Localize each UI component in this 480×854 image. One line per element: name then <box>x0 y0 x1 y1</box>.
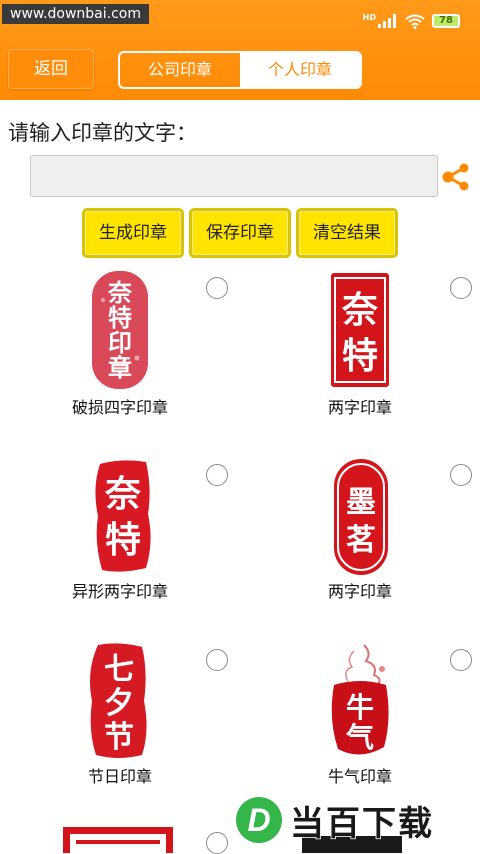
stamp-char: 夕 <box>104 686 134 721</box>
stamp-caption: 异形两字印章 <box>71 582 168 601</box>
wifi-icon <box>405 14 425 29</box>
stamp-image: 墨 茗 <box>334 459 388 575</box>
stamp-char: 七 <box>104 652 134 687</box>
site-watermark: www.downbai.com <box>2 4 149 24</box>
share-icon[interactable] <box>441 163 471 191</box>
stamp-char: 章 <box>108 353 132 382</box>
stamp-text-input[interactable] <box>30 155 438 197</box>
save-stamp-button[interactable]: 保存印章 <box>189 208 291 258</box>
stamp-radio[interactable] <box>206 277 228 299</box>
stamp-char: 奈 <box>104 473 141 515</box>
stamp-image <box>63 827 173 853</box>
stamp-option-partial-left[interactable] <box>0 826 240 854</box>
stamp-radio[interactable] <box>450 464 472 486</box>
stamp-caption: 两字印章 <box>327 398 392 417</box>
stamp-option-irregular-two[interactable]: 奈 特 异形两字印章 <box>0 456 240 606</box>
stamp-option-two-char[interactable]: 奈 特 两字印章 <box>240 268 480 418</box>
signal-icon <box>378 14 396 28</box>
stamp-char: 墨 <box>346 485 376 520</box>
stamp-char: 气 <box>345 721 374 754</box>
stamp-char: 特 <box>105 519 141 561</box>
clear-results-button[interactable]: 清空结果 <box>296 208 398 258</box>
stamp-radio[interactable] <box>450 277 472 299</box>
stamp-option-broken-four[interactable]: 奈 特 印 章 破损四字印章 <box>0 268 240 418</box>
brand-watermark: D 当百下载 <box>236 796 434 844</box>
stamp-caption: 牛气印章 <box>327 767 392 786</box>
stamp-image: 牛 气 <box>331 644 389 755</box>
network-label: HD <box>362 13 376 22</box>
stamp-char: 节 <box>104 720 134 755</box>
tab-company-stamp[interactable]: 公司印章 <box>120 53 240 87</box>
brand-logo-icon: D <box>236 797 282 843</box>
brand-text: 当百下载 <box>289 803 434 845</box>
stamp-option-niuqi[interactable]: 牛 气 牛气印章 <box>240 641 480 791</box>
status-icons: HD 78 <box>363 13 460 29</box>
back-button[interactable]: 返回 <box>8 49 94 89</box>
stamp-option-two-char-oval[interactable]: 墨 茗 两字印章 <box>240 456 480 606</box>
battery-icon: 78 <box>432 14 460 28</box>
stamp-caption: 两字印章 <box>327 582 392 601</box>
stamp-caption: 破损四字印章 <box>71 398 168 417</box>
stamp-image: 奈 特 印 章 <box>92 271 148 389</box>
stamp-image: 奈 特 <box>95 460 151 572</box>
stamp-image: 奈 特 <box>331 273 389 387</box>
tab-personal-stamp[interactable]: 个人印章 <box>240 53 360 87</box>
stamp-char: 奈 <box>341 289 378 331</box>
stamp-option-festival[interactable]: 七 夕 节 节日印章 <box>0 641 240 791</box>
stamp-caption: 节日印章 <box>87 767 152 786</box>
stamp-char: 特 <box>342 335 378 377</box>
stamp-radio[interactable] <box>206 832 228 854</box>
stamp-radio[interactable] <box>206 464 228 486</box>
stamp-char: 茗 <box>346 523 376 558</box>
status-bar: www.downbai.com HD 78 <box>0 0 480 40</box>
input-prompt: 请输入印章的文字： <box>8 121 197 145</box>
stamp-radio[interactable] <box>206 649 228 671</box>
stamp-type-tabs: 公司印章 个人印章 <box>118 51 362 89</box>
app-header: www.downbai.com HD 78 返回 公司印章 个人印章 <box>0 0 480 100</box>
stamp-radio[interactable] <box>450 649 472 671</box>
stamp-char: 牛 <box>346 691 374 724</box>
stamp-image: 七 夕 节 <box>90 643 147 758</box>
generate-stamp-button[interactable]: 生成印章 <box>82 208 184 258</box>
